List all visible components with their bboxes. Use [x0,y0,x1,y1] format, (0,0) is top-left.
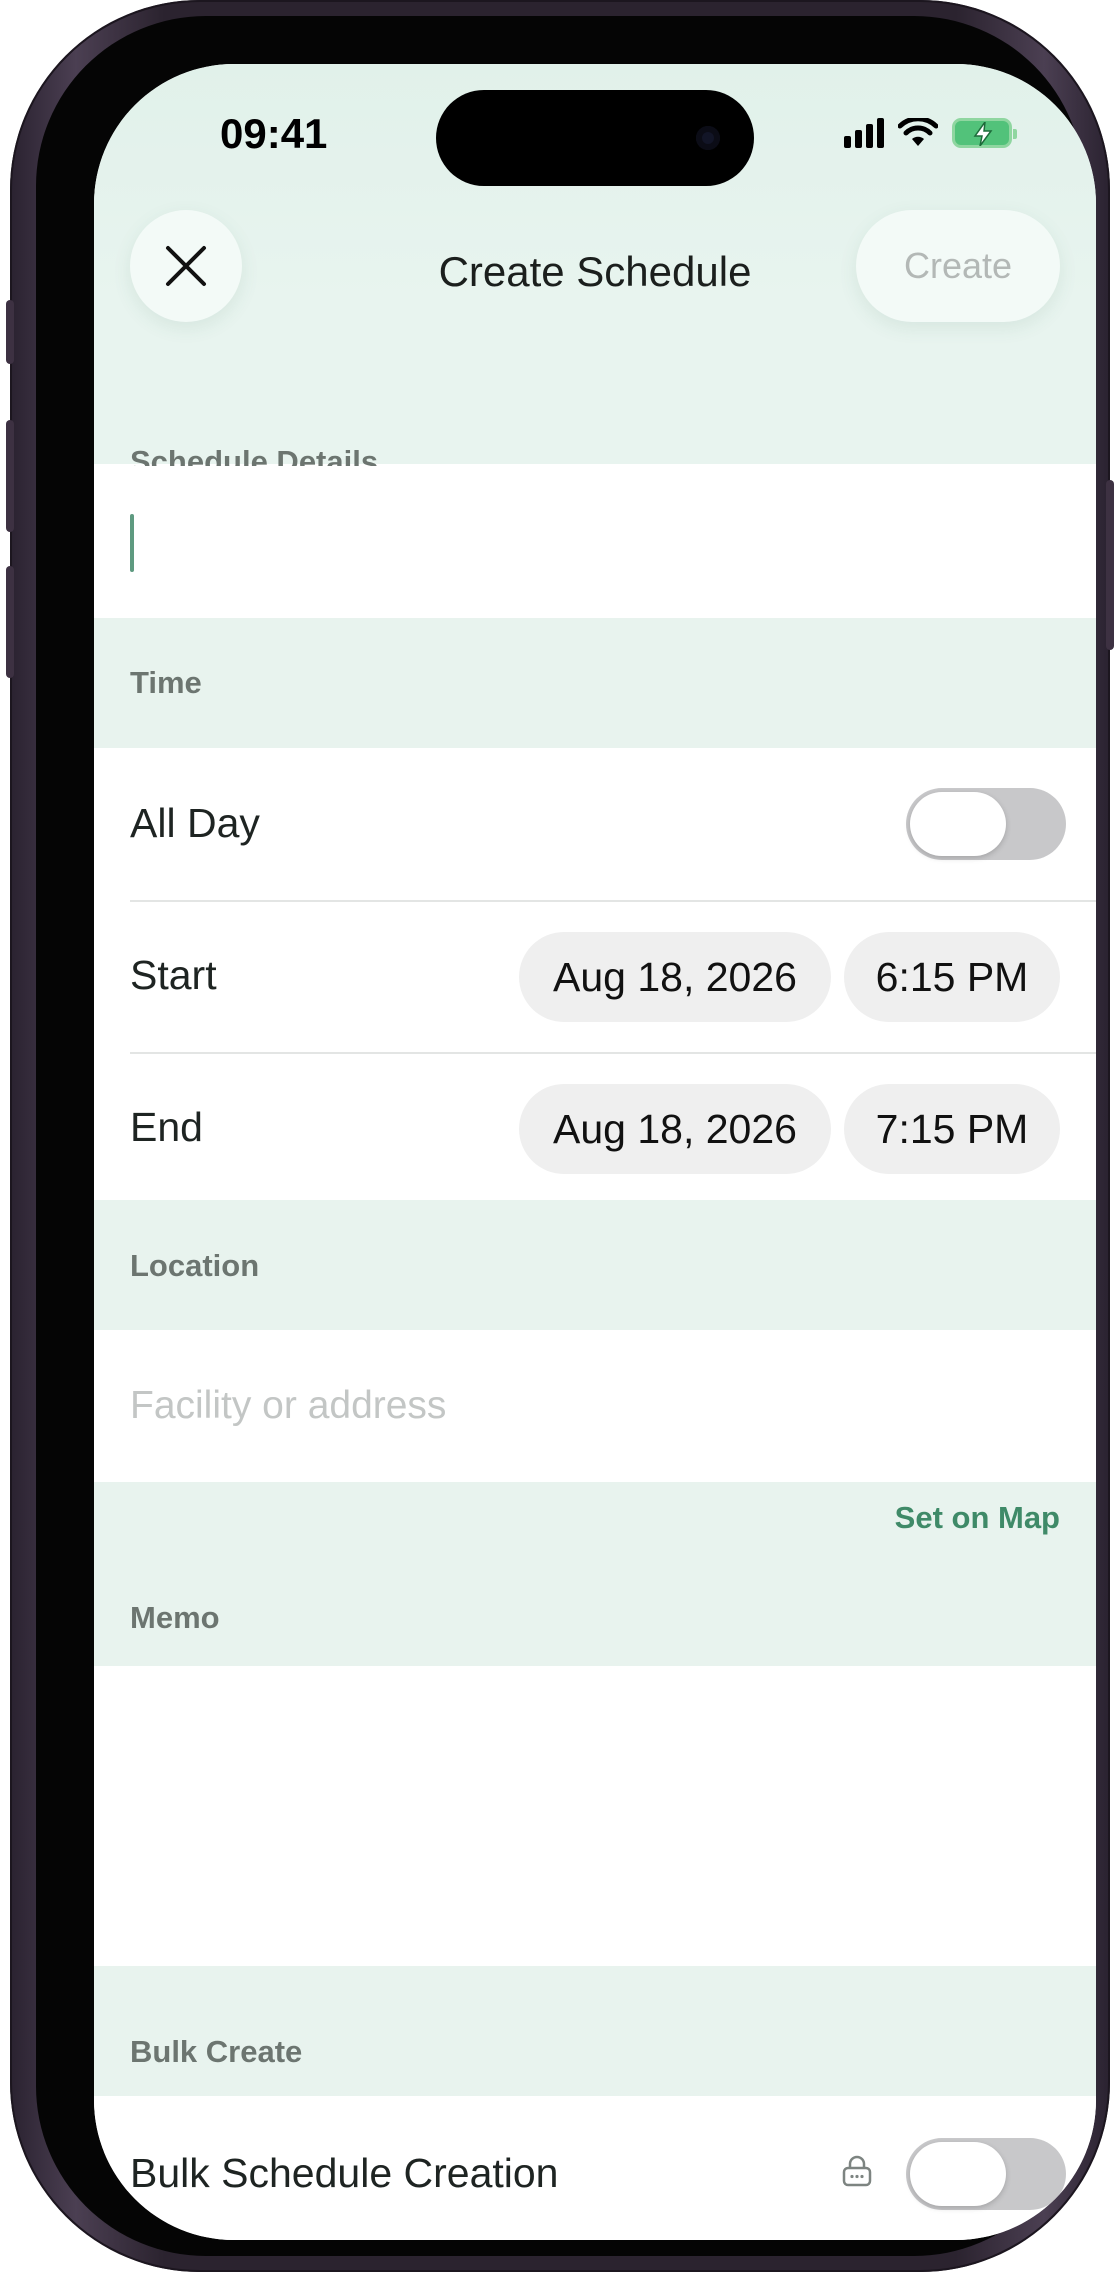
end-date-picker[interactable]: Aug 18, 2026 [519,1084,831,1174]
set-on-map-link[interactable]: Set on Map [895,1500,1060,1536]
action-button [6,300,14,364]
start-date-picker[interactable]: Aug 18, 2026 [519,932,831,1022]
screen: 09:41 Create Schedule Create Schedule De… [94,64,1096,2240]
end-row: End Aug 18, 2026 7:15 PM [94,1054,1096,1204]
lock-icon [842,2155,872,2187]
memo-header: Set on Map Memo [94,1482,1096,1666]
location-placeholder: Facility or address [130,1384,447,1427]
all-day-toggle[interactable] [906,788,1066,860]
front-camera [696,126,720,150]
bezel: 09:41 Create Schedule Create Schedule De… [36,16,1096,2256]
create-button[interactable]: Create [856,210,1060,322]
volume-down-button [6,566,14,678]
status-time: 09:41 [220,110,328,157]
end-time-picker[interactable]: 7:15 PM [844,1084,1060,1174]
section-label: Bulk Create [130,2034,303,2069]
all-day-label: All Day [130,800,260,846]
wifi-icon [898,118,938,146]
start-row: Start Aug 18, 2026 6:15 PM [94,902,1096,1052]
dynamic-island [436,90,754,186]
section-label: Memo [130,1600,220,1635]
power-button [1106,480,1114,650]
cellular-signal-icon [844,118,884,148]
text-cursor [130,514,134,572]
all-day-row: All Day [94,748,1096,900]
section-label: Location [130,1248,260,1283]
start-time-picker[interactable]: 6:15 PM [844,932,1060,1022]
section-label: Time [130,665,202,700]
bulk-schedule-label: Bulk Schedule Creation [130,2150,559,2196]
memo-input[interactable] [94,1666,1096,1966]
start-label: Start [130,952,217,998]
status-icons [844,118,1017,148]
toggle-knob [910,2142,1006,2206]
bulk-schedule-toggle[interactable] [906,2138,1066,2210]
status-bar: 09:41 [94,64,1096,204]
bulk-create-header: Bulk Create [94,1966,1096,2096]
location-input[interactable]: Facility or address [94,1330,1096,1482]
schedule-details-header: Schedule Details [94,334,1096,479]
end-label: End [130,1104,203,1150]
schedule-title-input[interactable] [94,466,1096,618]
location-header: Location [94,1200,1096,1330]
bulk-schedule-row: Bulk Schedule Creation [94,2096,1096,2240]
navigation-bar: Create Schedule Create [94,204,1096,334]
phone-frame: 09:41 Create Schedule Create Schedule De… [6,0,1114,2272]
toggle-knob [910,792,1006,856]
time-header: Time [94,618,1096,748]
battery-charging-icon [952,118,1017,148]
volume-up-button [6,420,14,532]
